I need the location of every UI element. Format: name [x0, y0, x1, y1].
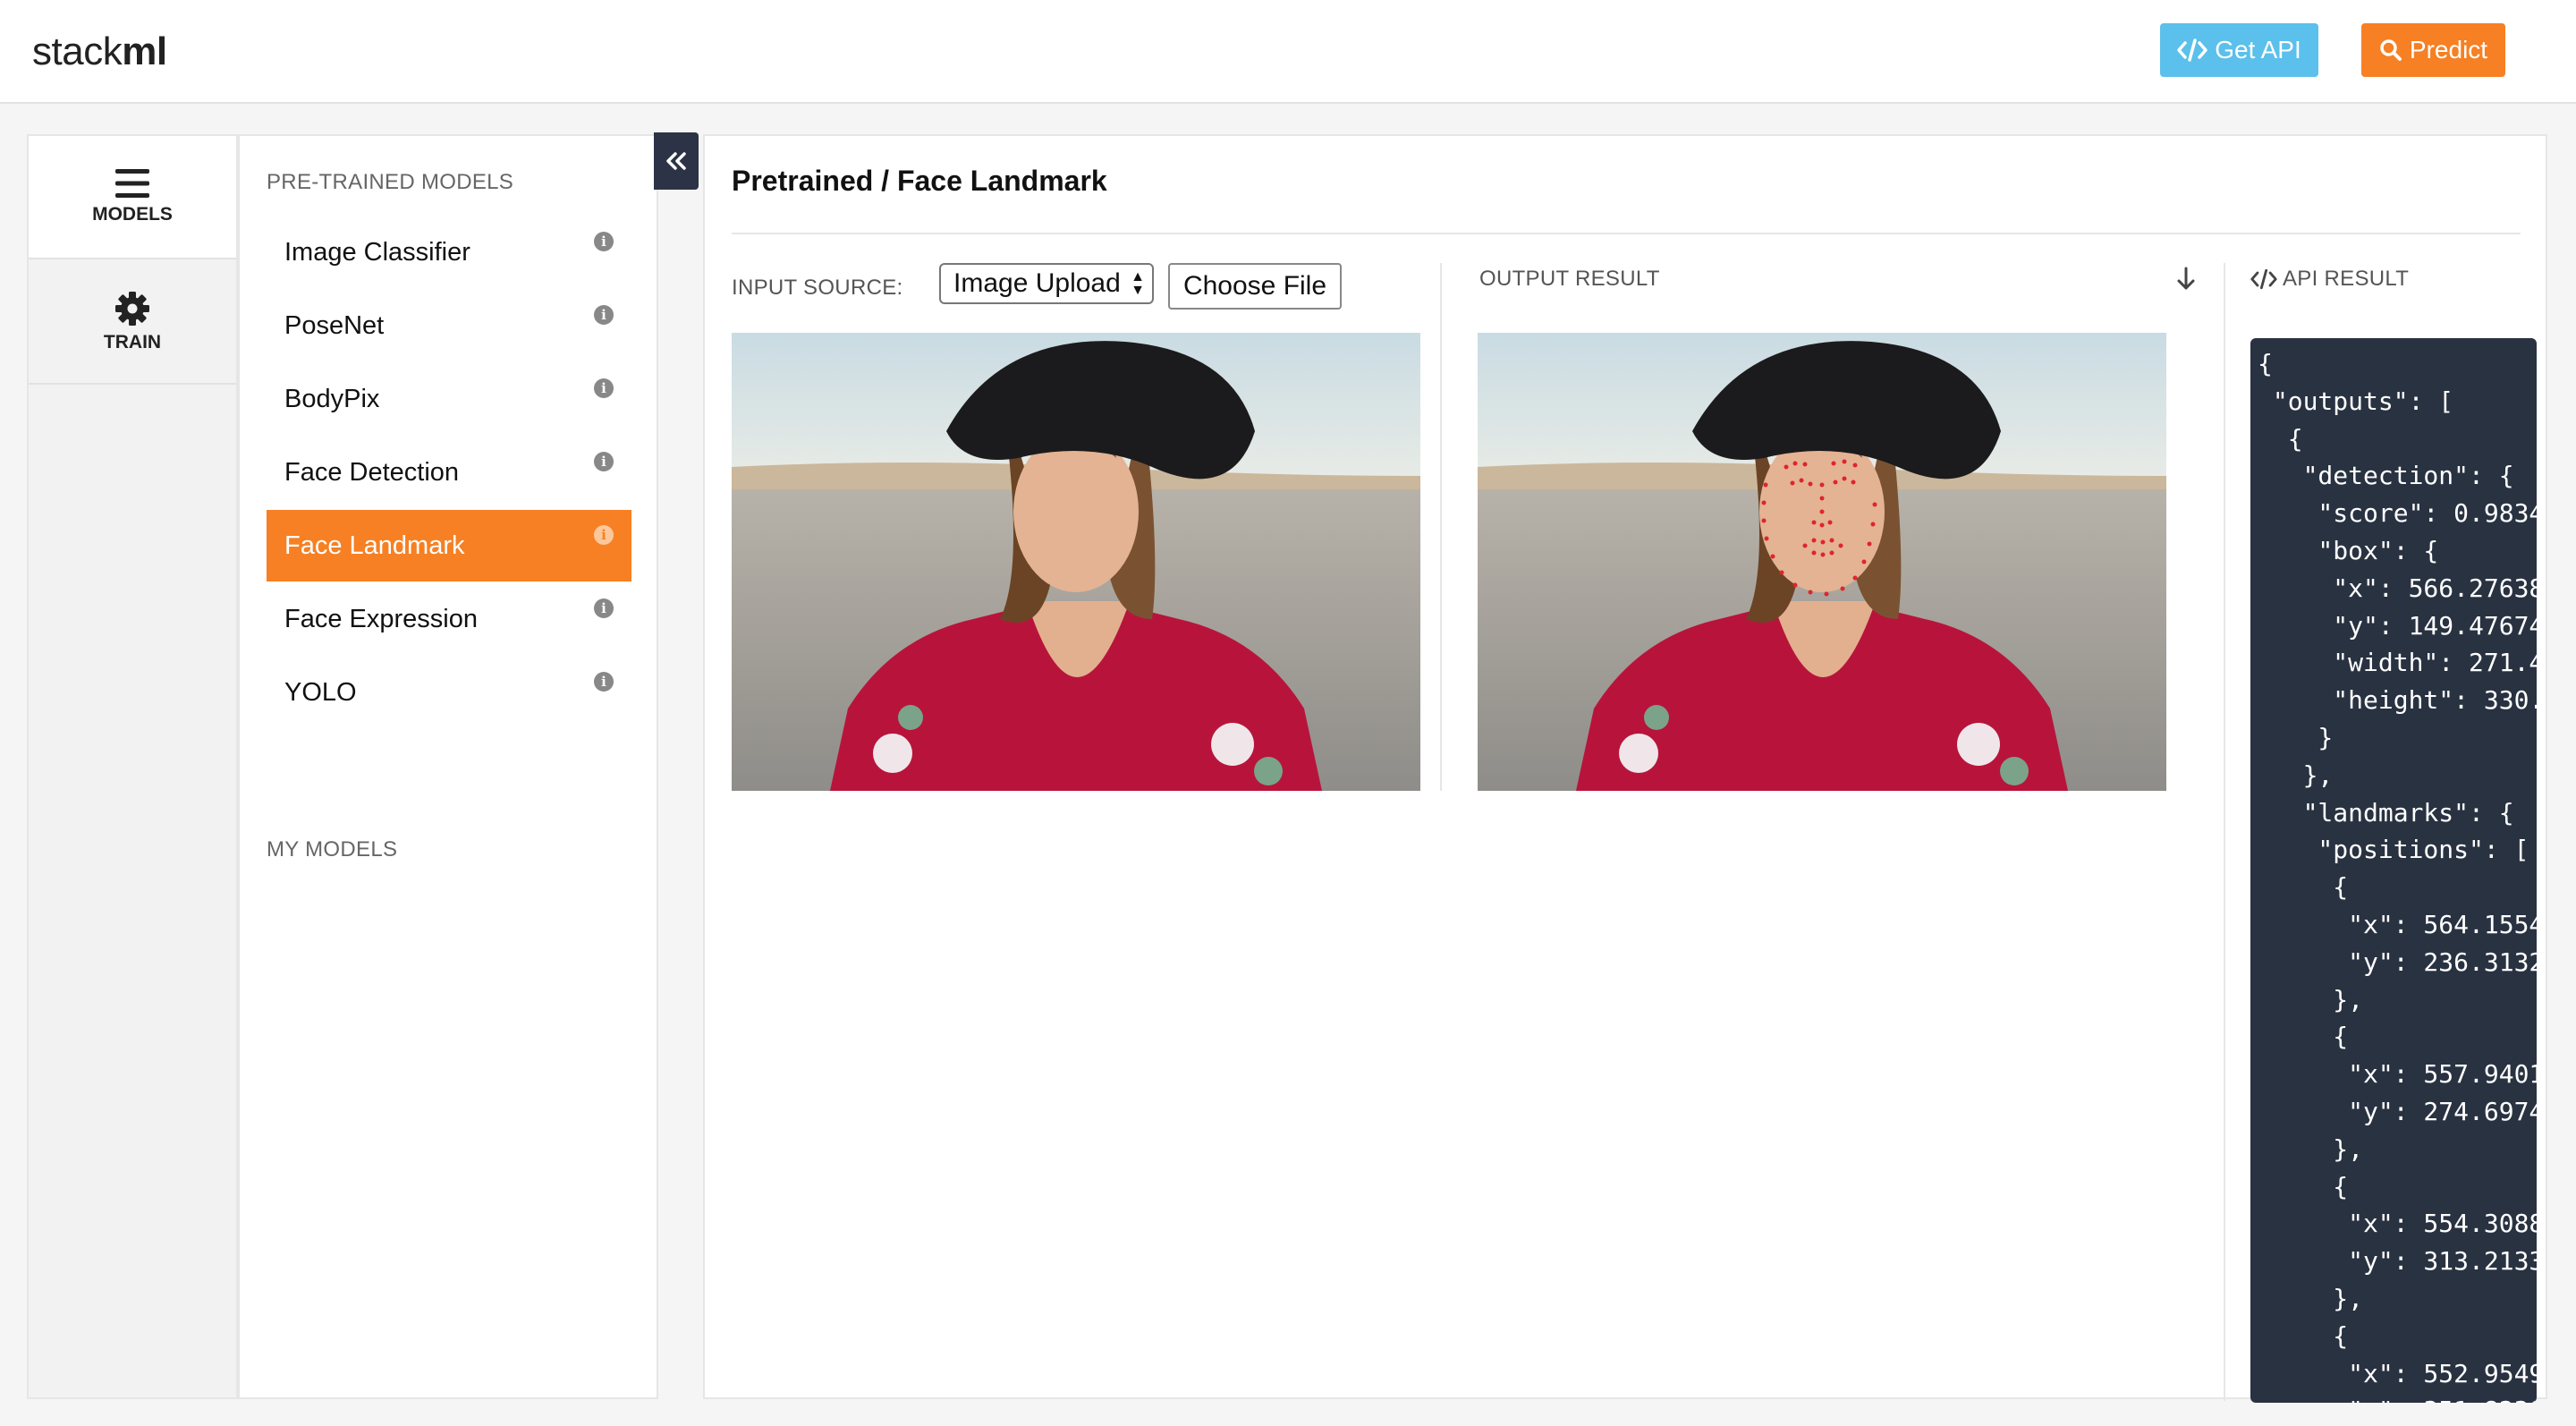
model-item-label: Face Detection	[284, 457, 460, 487]
models-panel: PRE-TRAINED MODELS Image Classifier i Po…	[238, 134, 658, 1399]
model-item-face-detection[interactable]: Face Detection i	[267, 437, 631, 508]
input-image	[732, 333, 1420, 791]
api-result-label: API RESULT	[2283, 267, 2410, 291]
rail-item-train[interactable]: TRAIN	[29, 261, 236, 385]
model-item-face-landmark[interactable]: Face Landmark i	[267, 510, 631, 581]
my-models-heading: MY MODELS	[267, 837, 398, 862]
info-icon[interactable]: i	[594, 232, 614, 251]
predict-label: Predict	[2409, 36, 2488, 64]
info-icon[interactable]: i	[594, 378, 614, 398]
predict-button[interactable]: Predict	[2361, 23, 2505, 77]
input-source-value: Image Upload	[953, 268, 1121, 298]
api-result-json: { "outputs": [ { "detection": { "score":…	[2258, 349, 2537, 1403]
get-api-label: Get API	[2215, 36, 2301, 64]
double-chevron-left-icon	[666, 152, 686, 170]
gear-icon	[115, 292, 149, 326]
model-item-label: PoseNet	[284, 310, 385, 340]
breadcrumb-divider	[732, 233, 2521, 234]
rail-item-models[interactable]: MODELS	[29, 136, 236, 259]
model-item-face-expression[interactable]: Face Expression i	[267, 583, 631, 655]
code-icon	[2250, 268, 2277, 290]
model-item-posenet[interactable]: PoseNet i	[267, 290, 631, 361]
brand-logo[interactable]: stackml	[32, 27, 167, 77]
api-result-code[interactable]: { "outputs": [ { "detection": { "score":…	[2250, 338, 2537, 1403]
brand-name-bold: ml	[122, 30, 167, 73]
info-icon[interactable]: i	[594, 452, 614, 471]
model-item-bodypix[interactable]: BodyPix i	[267, 363, 631, 435]
info-icon[interactable]: i	[594, 305, 614, 325]
left-rail: MODELS TRAIN	[27, 134, 238, 1399]
model-item-label: YOLO	[284, 677, 357, 707]
model-item-label: Image Classifier	[284, 237, 470, 267]
brand-name-light: stack	[32, 30, 123, 73]
output-result-label: OUTPUT RESULT	[1479, 267, 1660, 291]
arrow-down-icon[interactable]	[2175, 267, 2197, 292]
main-panel: Pretrained / Face Landmark INPUT SOURCE:…	[703, 134, 2547, 1403]
pretrained-models-heading: PRE-TRAINED MODELS	[267, 170, 514, 194]
collapse-sidebar-button[interactable]	[654, 132, 699, 190]
model-item-label: Face Landmark	[284, 531, 465, 560]
info-icon[interactable]: i	[594, 525, 614, 545]
get-api-button[interactable]: Get API	[2160, 23, 2318, 77]
api-result-header: API RESULT	[2250, 267, 2409, 292]
input-output-divider	[1440, 263, 1442, 791]
top-bar: stackml Get API Predict	[0, 0, 2576, 104]
output-image	[1478, 333, 2166, 791]
breadcrumb: Pretrained / Face Landmark	[732, 165, 1107, 197]
rail-models-label: MODELS	[92, 204, 173, 225]
code-icon	[2177, 38, 2207, 62]
output-api-divider	[2224, 263, 2225, 1401]
model-item-image-classifier[interactable]: Image Classifier i	[267, 216, 631, 288]
input-source-select[interactable]: Image Upload ▲ ▼	[939, 263, 1154, 304]
hamburger-icon	[115, 169, 149, 198]
model-item-label: Face Expression	[284, 604, 478, 633]
info-icon[interactable]: i	[594, 598, 614, 618]
rail-train-label: TRAIN	[103, 332, 162, 352]
search-icon	[2380, 39, 2402, 61]
choose-file-button[interactable]: Choose File	[1168, 263, 1342, 310]
model-item-yolo[interactable]: YOLO i	[267, 657, 631, 728]
input-source-label: INPUT SOURCE:	[732, 276, 903, 300]
info-icon[interactable]: i	[594, 672, 614, 692]
model-item-label: BodyPix	[284, 384, 380, 413]
select-arrows-icon: ▲ ▼	[1131, 269, 1145, 298]
